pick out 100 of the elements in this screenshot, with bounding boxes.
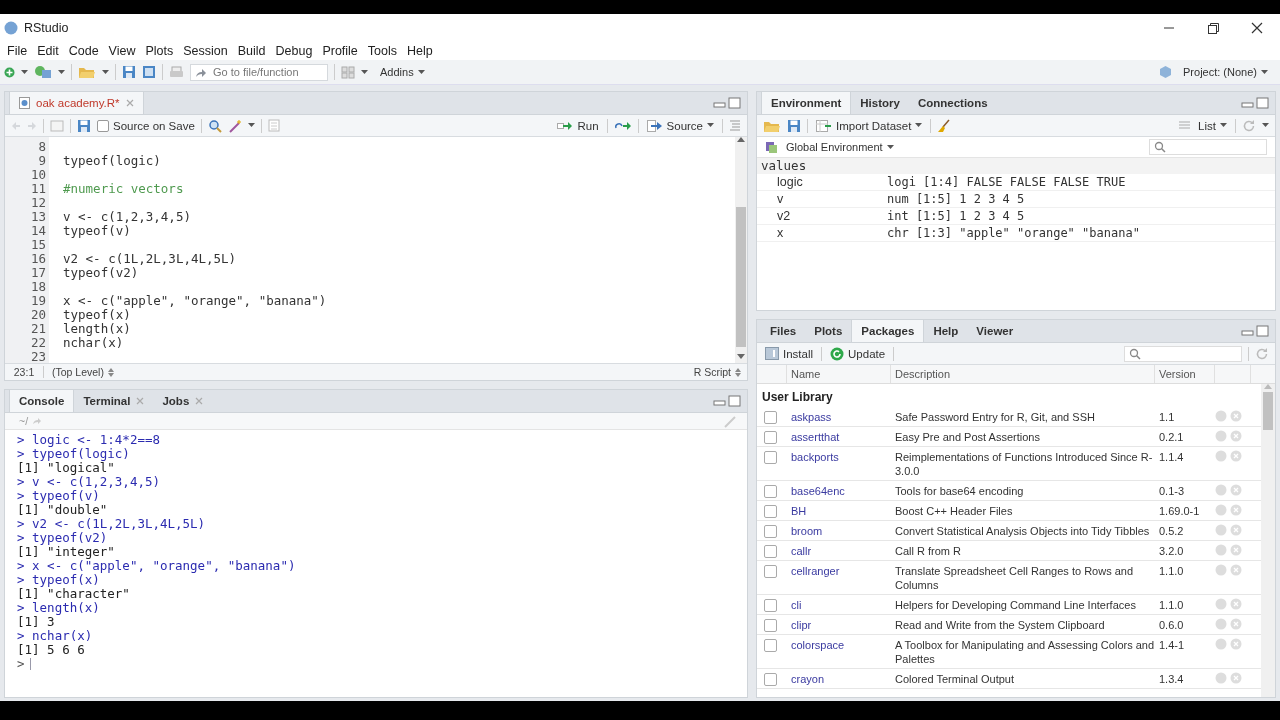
maximize-pane-icon[interactable]	[728, 97, 741, 109]
globe-icon[interactable]	[1215, 544, 1227, 556]
menu-item[interactable]: Session	[178, 44, 233, 58]
project-icon[interactable]	[34, 65, 52, 79]
maximize-pane-icon[interactable]	[728, 395, 741, 407]
grid-icon[interactable]	[341, 65, 355, 79]
caret-icon[interactable]	[247, 123, 255, 128]
column-header[interactable]: Name	[791, 368, 821, 380]
globe-icon[interactable]	[1215, 450, 1227, 462]
package-checkbox[interactable]	[764, 545, 777, 558]
save-icon[interactable]	[122, 65, 136, 79]
remove-icon[interactable]	[1230, 672, 1242, 684]
globe-icon[interactable]	[1215, 524, 1227, 536]
package-checkbox[interactable]	[764, 639, 777, 652]
caret-icon[interactable]	[707, 123, 714, 128]
package-checkbox[interactable]	[764, 599, 777, 612]
globe-icon[interactable]	[1215, 504, 1227, 516]
package-checkbox[interactable]	[764, 411, 777, 424]
package-link[interactable]: cellranger	[787, 564, 891, 578]
project-menu[interactable]: Project: (None)	[1177, 65, 1274, 79]
refresh-icon[interactable]	[1255, 346, 1269, 361]
package-link[interactable]: askpass	[787, 410, 891, 424]
pane-tab[interactable]: Viewer	[967, 320, 1023, 342]
pane-tab[interactable]: Console	[9, 390, 75, 412]
pane-tab[interactable]: Packages	[851, 320, 925, 342]
caret-icon[interactable]	[1261, 69, 1268, 75]
package-link[interactable]: broom	[787, 524, 891, 538]
menu-item[interactable]: Profile	[317, 44, 363, 58]
package-checkbox[interactable]	[764, 673, 777, 686]
caret-icon[interactable]	[1220, 123, 1227, 128]
remove-icon[interactable]	[1230, 524, 1242, 536]
package-checkbox[interactable]	[764, 451, 777, 464]
globe-icon[interactable]	[1215, 598, 1227, 610]
view-mode-menu[interactable]: List	[1196, 118, 1229, 133]
search-field[interactable]	[1149, 139, 1267, 155]
save-icon[interactable]	[77, 118, 91, 133]
refresh-icon[interactable]	[1242, 118, 1256, 133]
remove-icon[interactable]	[1230, 564, 1242, 576]
menu-item[interactable]: Debug	[270, 44, 318, 58]
menu-item[interactable]: Tools	[362, 44, 402, 58]
pane-tab[interactable]: Files	[761, 320, 806, 342]
column-header[interactable]: Version	[1159, 368, 1196, 380]
remove-icon[interactable]	[1230, 484, 1242, 496]
scroll-thumb[interactable]	[1263, 392, 1273, 430]
menu-item[interactable]: Build	[232, 44, 271, 58]
show-in-window-icon[interactable]	[50, 119, 64, 132]
caret-icon[interactable]	[915, 123, 923, 128]
remove-icon[interactable]	[1230, 618, 1242, 630]
package-link[interactable]: base64enc	[787, 484, 891, 498]
update-button[interactable]: Update	[828, 345, 888, 362]
package-checkbox[interactable]	[764, 485, 777, 498]
scope-selector[interactable]: (Top Level)	[44, 365, 120, 379]
file-type-selector[interactable]: R Script	[687, 365, 747, 379]
menu-item[interactable]: File	[2, 44, 33, 58]
folder-icon[interactable]	[78, 65, 96, 79]
globe-icon[interactable]	[1215, 430, 1227, 442]
source-button[interactable]: Source	[644, 118, 716, 133]
remove-icon[interactable]	[1230, 430, 1242, 442]
scroll-thumb[interactable]	[736, 207, 746, 347]
file-tab[interactable]: oak academy.R*	[9, 92, 144, 114]
globe-icon[interactable]	[1215, 618, 1227, 630]
package-link[interactable]: colorspace	[787, 638, 891, 652]
source-on-save-checkbox[interactable]: Source on Save	[97, 119, 195, 132]
column-header[interactable]: Description	[895, 368, 951, 380]
menu-item[interactable]: Code	[63, 44, 104, 58]
pane-tab[interactable]: Plots	[805, 320, 852, 342]
go-to-directory-icon[interactable]	[32, 417, 43, 425]
maximize-pane-icon[interactable]	[1256, 97, 1269, 109]
go-to-file-field[interactable]: Go to file/function	[190, 63, 328, 81]
save-icon[interactable]	[787, 118, 801, 133]
save-all-icon[interactable]	[142, 65, 156, 79]
remove-icon[interactable]	[1230, 410, 1242, 422]
package-link[interactable]: crayon	[787, 672, 891, 686]
new-file-icon[interactable]	[4, 66, 15, 78]
globe-icon[interactable]	[1215, 484, 1227, 496]
package-link[interactable]: cli	[787, 598, 891, 612]
caret-icon[interactable]	[1262, 123, 1269, 128]
scrollbar[interactable]	[1261, 384, 1275, 697]
back-forward-icon[interactable]	[11, 120, 37, 131]
search-icon[interactable]	[207, 118, 222, 133]
pane-tab[interactable]: Connections	[908, 92, 997, 114]
magic-wand-icon[interactable]	[227, 118, 242, 133]
environment-selector[interactable]: Global Environment	[784, 140, 896, 154]
globe-icon[interactable]	[1215, 638, 1227, 650]
package-link[interactable]: clipr	[787, 618, 891, 632]
remove-icon[interactable]	[1230, 504, 1242, 516]
pane-tab[interactable]: Terminal	[74, 390, 154, 412]
menu-item[interactable]: Plots	[140, 44, 179, 58]
menu-item[interactable]: Help	[402, 44, 438, 58]
package-checkbox[interactable]	[764, 525, 777, 538]
print-icon[interactable]	[169, 65, 184, 79]
pane-tab[interactable]: Jobs	[153, 390, 213, 412]
pane-tab[interactable]: History	[851, 92, 909, 114]
broom-icon[interactable]	[937, 118, 952, 133]
package-checkbox[interactable]	[764, 431, 777, 444]
caret-icon[interactable]	[886, 144, 894, 150]
globe-icon[interactable]	[1215, 564, 1227, 576]
menu-item[interactable]: View	[103, 44, 141, 58]
maximize-pane-icon[interactable]	[1256, 325, 1269, 337]
package-link[interactable]: backports	[787, 450, 891, 464]
